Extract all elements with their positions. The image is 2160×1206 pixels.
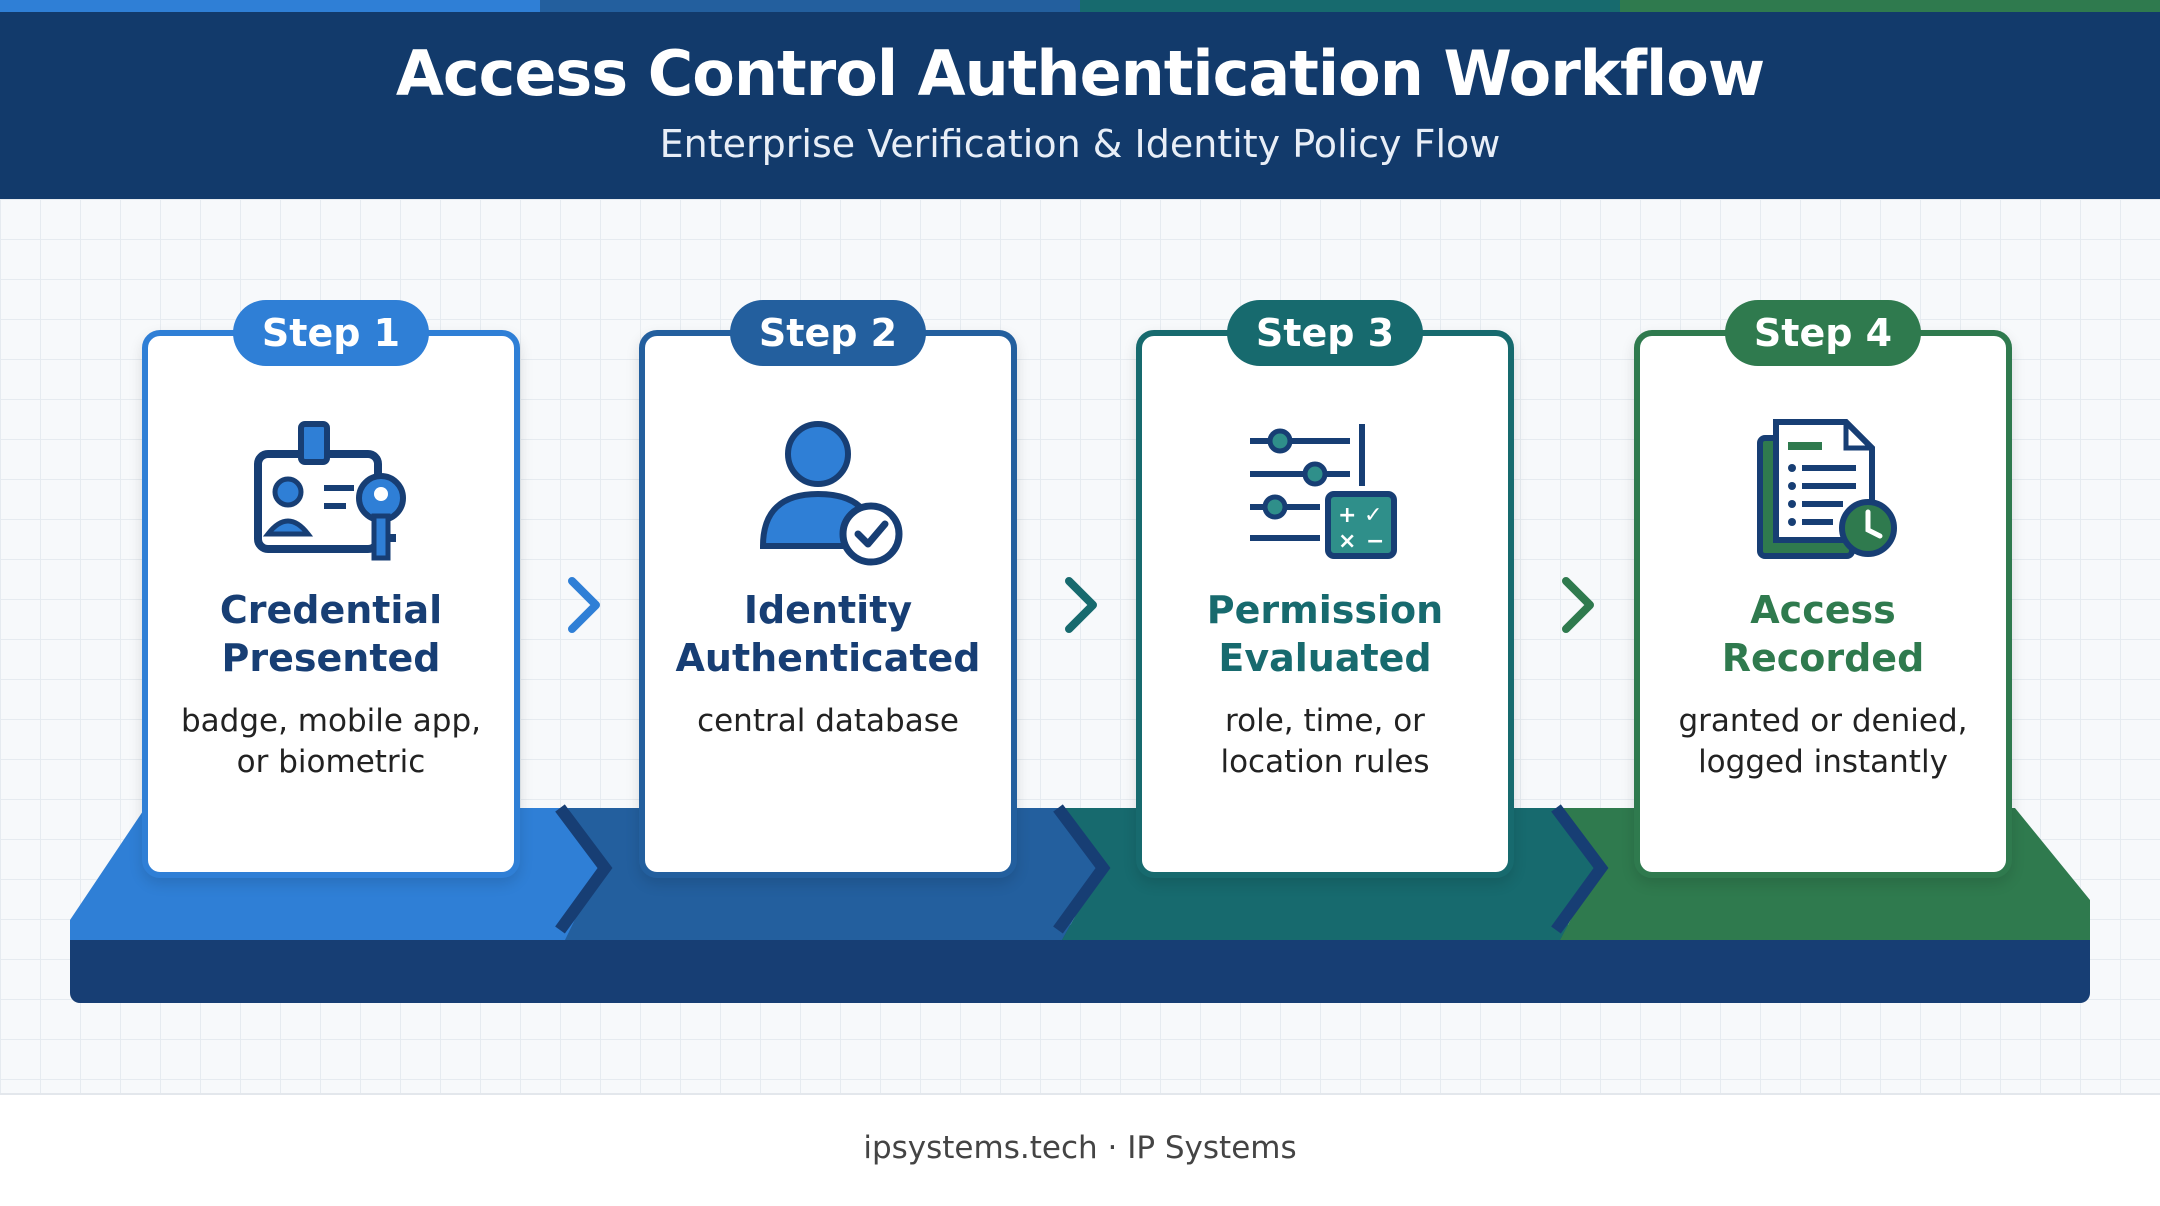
step-desc-3-line2: location rules bbox=[1220, 744, 1430, 780]
step-title-2: Identity Authenticated bbox=[655, 586, 1001, 682]
step-title-4: Access Recorded bbox=[1650, 586, 1996, 682]
step-desc-1: badge, mobile app, or biometric bbox=[158, 701, 504, 783]
step-badge-4: Step 4 bbox=[1725, 300, 1921, 366]
document-clock-icon bbox=[1757, 419, 1897, 559]
step-desc-2: central database bbox=[655, 701, 1001, 742]
chevron-right-icon bbox=[1562, 577, 1594, 633]
step-title-1: Credential Presented bbox=[158, 586, 504, 682]
step-title-3: Permission Evaluated bbox=[1152, 586, 1498, 682]
step-desc-3-line1: role, time, or bbox=[1225, 703, 1425, 739]
svg-text:−: − bbox=[1366, 529, 1384, 554]
step-card-2: Step 2 Identity Authenticated central da… bbox=[639, 300, 1017, 878]
step-title-4-line1: Access bbox=[1750, 588, 1896, 632]
svg-text:✓: ✓ bbox=[1364, 503, 1382, 528]
step-title-1-line2: Presented bbox=[221, 636, 441, 680]
chevron-right-icon bbox=[1065, 577, 1097, 633]
sliders-calculator-icon: + ✓ × − bbox=[1250, 424, 1397, 559]
step-title-2-line1: Identity bbox=[743, 588, 913, 632]
id-badge-key-icon bbox=[254, 421, 406, 561]
step-title-1-line1: Credential bbox=[219, 588, 443, 632]
step-title-3-line1: Permission bbox=[1206, 588, 1444, 632]
step-desc-1-line1: badge, mobile app, bbox=[180, 703, 481, 739]
user-check-icon bbox=[759, 421, 903, 566]
step-desc-3: role, time, or location rules bbox=[1152, 701, 1498, 783]
step-card-3: Step 3 + ✓ × − Permission Evaluated role… bbox=[1136, 300, 1514, 878]
step-title-3-line2: Evaluated bbox=[1218, 636, 1432, 680]
step-badge-1: Step 1 bbox=[233, 300, 429, 366]
chevron-right-icon bbox=[568, 577, 600, 633]
step-desc-1-line2: or biometric bbox=[236, 744, 426, 780]
step-badge-2: Step 2 bbox=[730, 300, 926, 366]
step-card-4: Step 4 Access Recorded granted or denied… bbox=[1634, 300, 2012, 878]
svg-text:×: × bbox=[1338, 529, 1356, 554]
step-badge-3: Step 3 bbox=[1227, 300, 1423, 366]
step-title-4-line2: Recorded bbox=[1721, 636, 1925, 680]
footer-credit: ipsystems.tech · IP Systems bbox=[863, 1130, 1297, 1166]
footer-divider bbox=[0, 1093, 2160, 1095]
svg-text:+: + bbox=[1338, 503, 1356, 528]
step-desc-4: granted or denied, logged instantly bbox=[1650, 701, 1996, 783]
step-card-1: Step 1 Credential Presented badge, mobil… bbox=[142, 300, 520, 878]
step-desc-4-line1: granted or denied, bbox=[1678, 703, 1968, 739]
step-desc-4-line2: logged instantly bbox=[1698, 744, 1948, 780]
step-title-2-line2: Authenticated bbox=[675, 636, 981, 680]
step-desc-2-line1: central database bbox=[697, 703, 959, 739]
